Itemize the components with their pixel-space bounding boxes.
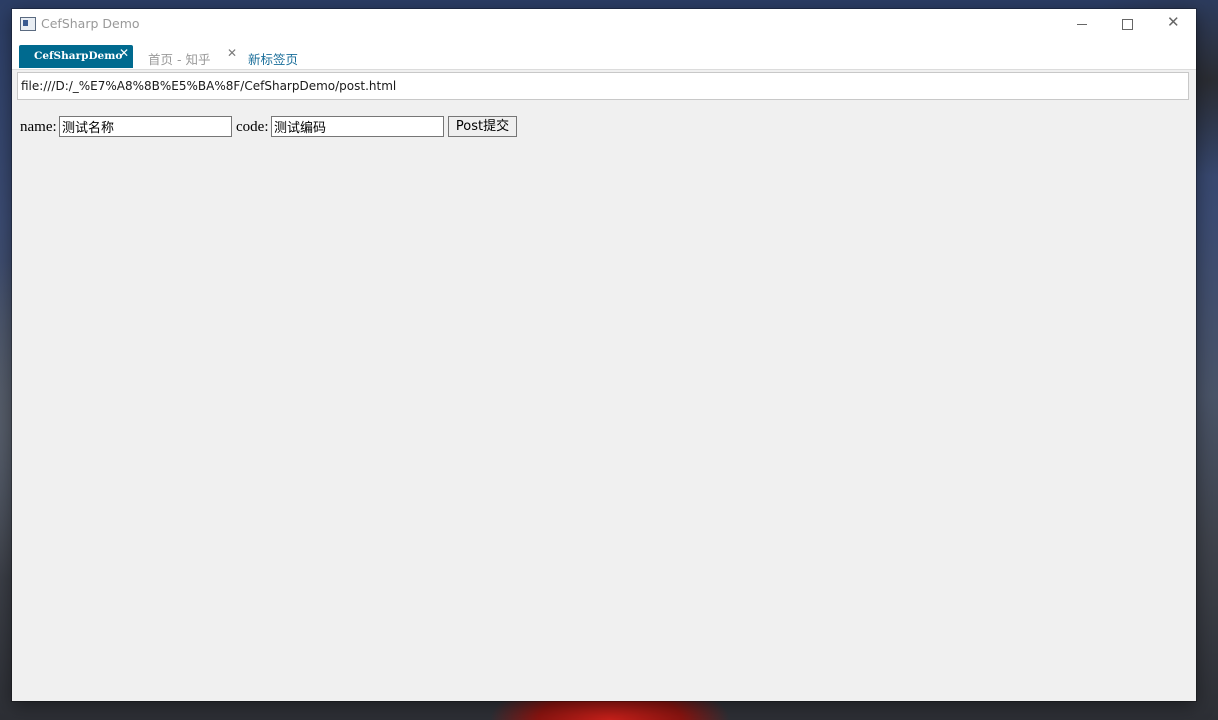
tab-close-icon[interactable]: ✕ xyxy=(227,46,237,60)
minimize-icon xyxy=(1077,24,1087,25)
address-bar[interactable]: file:///D:/_%E7%A8%8B%E5%BA%8F/CefSharpD… xyxy=(17,72,1189,100)
tab-bar: CefSharpDemo ✕ 首页 - 知乎 ✕ 新标签页 xyxy=(12,40,1196,70)
new-tab-link[interactable]: 新标签页 xyxy=(248,49,298,68)
app-icon xyxy=(20,17,36,31)
address-url: file:///D:/_%E7%A8%8B%E5%BA%8F/CefSharpD… xyxy=(21,79,397,93)
browser-window: CefSharp Demo ✕ CefSharpDemo ✕ 首页 - 知乎 ✕… xyxy=(12,9,1196,701)
close-button[interactable]: ✕ xyxy=(1150,9,1196,39)
page-content: name: code: Post提交 xyxy=(12,105,1196,701)
tab-close-icon[interactable]: ✕ xyxy=(119,46,129,60)
tab-zhihu[interactable]: 首页 - 知乎 ✕ xyxy=(138,45,240,68)
title-bar[interactable]: CefSharp Demo ✕ xyxy=(12,9,1196,40)
maximize-icon xyxy=(1122,19,1133,30)
name-input[interactable] xyxy=(59,116,232,137)
close-icon: ✕ xyxy=(1167,13,1180,31)
minimize-button[interactable] xyxy=(1059,9,1105,39)
code-label: code: xyxy=(236,119,269,135)
name-label: name: xyxy=(20,119,57,135)
tab-label: CefSharpDemo xyxy=(34,50,123,62)
tab-cefsharpdemo[interactable]: CefSharpDemo ✕ xyxy=(19,45,133,68)
tab-label: 首页 - 知乎 xyxy=(148,52,211,67)
post-submit-button[interactable]: Post提交 xyxy=(448,116,517,137)
maximize-button[interactable] xyxy=(1104,9,1150,39)
code-input[interactable] xyxy=(271,116,444,137)
window-title: CefSharp Demo xyxy=(41,16,140,31)
